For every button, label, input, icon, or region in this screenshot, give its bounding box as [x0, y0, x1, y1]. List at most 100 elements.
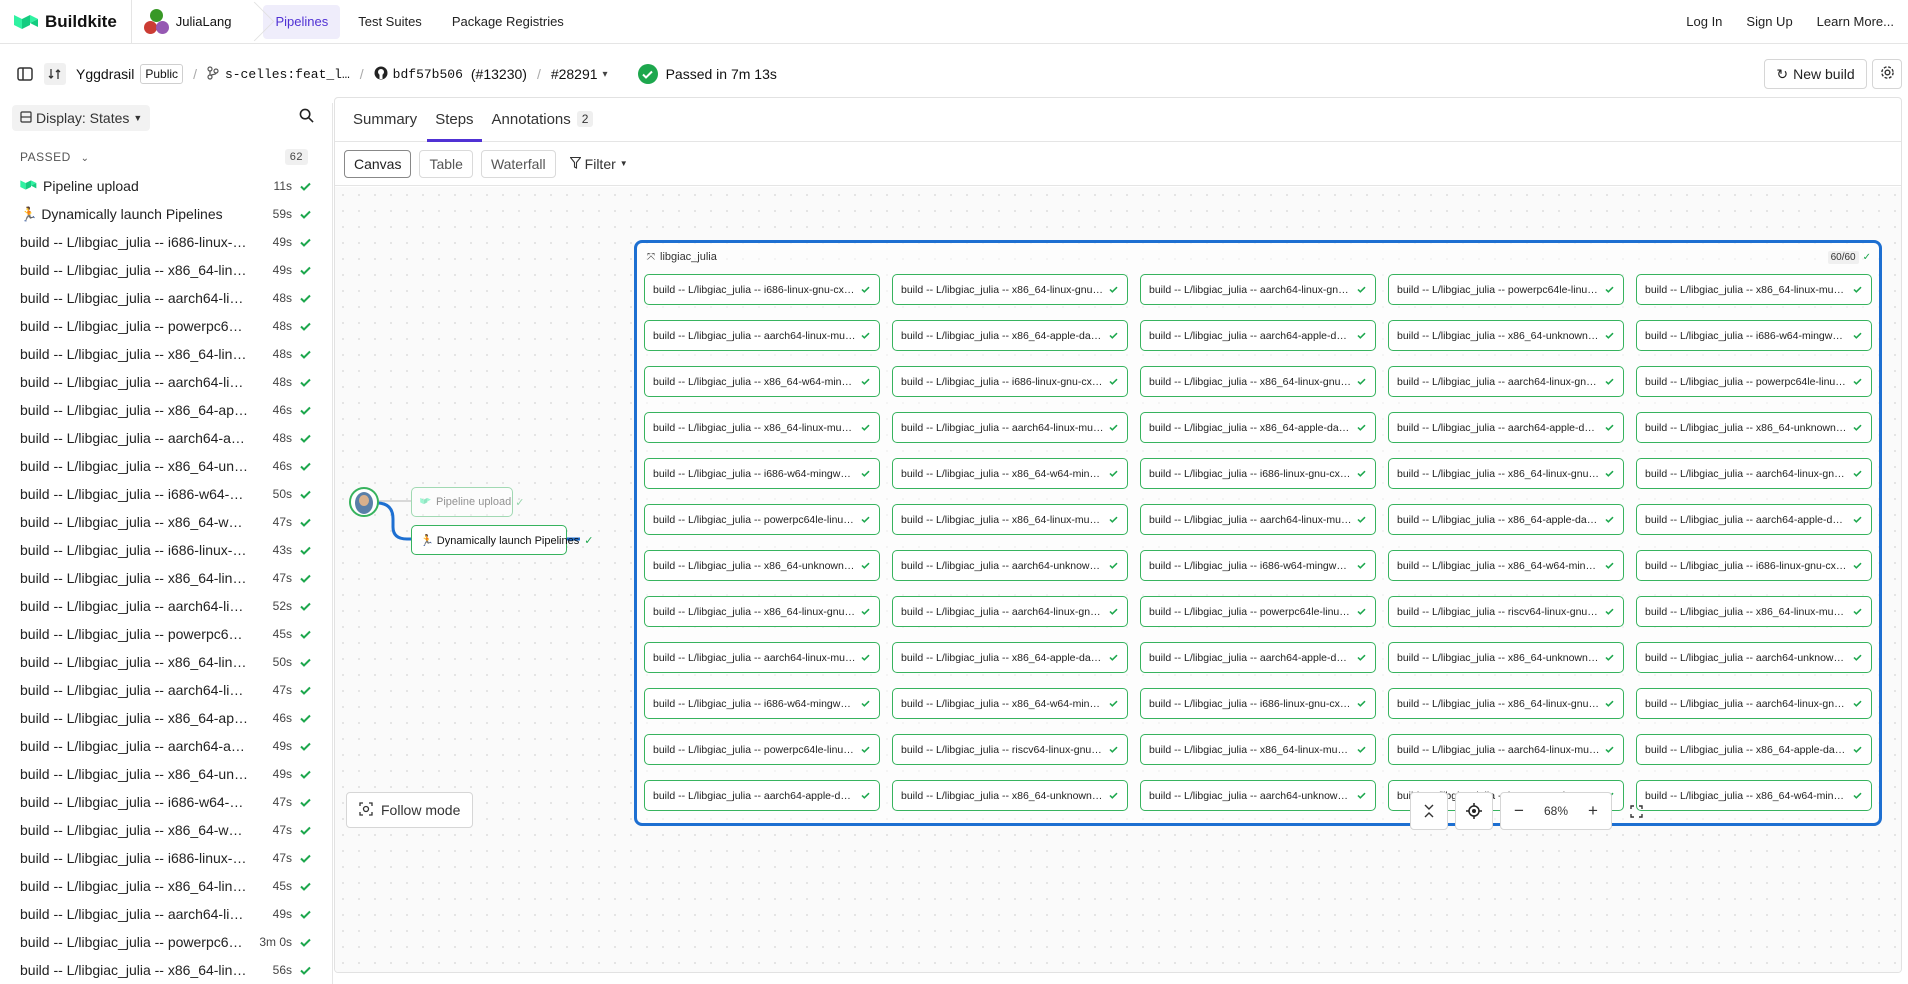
step-row[interactable]: build -- L/libgiac_julia -- x86_64-linux…: [0, 648, 332, 676]
search-icon[interactable]: [299, 108, 314, 128]
step-row[interactable]: build -- L/libgiac_julia -- x86_64-apple…: [0, 396, 332, 424]
build-step-node[interactable]: build -- L/libgiac_julia -- x86_64-linux…: [644, 412, 880, 443]
step-row[interactable]: build -- L/libgiac_julia -- i686-linux-g…: [0, 228, 332, 256]
build-number[interactable]: #28291: [551, 66, 598, 82]
build-step-node[interactable]: build -- L/libgiac_julia -- aarch64-appl…: [1140, 320, 1376, 351]
filter-button[interactable]: Filter ▼: [569, 156, 628, 172]
step-row[interactable]: build -- L/libgiac_julia -- i686-linux-g…: [0, 536, 332, 564]
build-step-node[interactable]: build -- L/libgiac_julia -- i686-linux-g…: [1140, 688, 1376, 719]
build-step-node[interactable]: build -- L/libgiac_julia -- aarch64-linu…: [1388, 734, 1624, 765]
build-step-node[interactable]: build -- L/libgiac_julia -- i686-w64-min…: [1636, 320, 1872, 351]
build-step-node[interactable]: build -- L/libgiac_julia -- x86_64-apple…: [1388, 504, 1624, 535]
org-switcher[interactable]: JuliaLang: [130, 0, 246, 44]
launch-pipelines-node[interactable]: 🏃 Dynamically launch Pipelines ✓: [411, 525, 593, 555]
build-step-node[interactable]: build -- L/libgiac_julia -- i686-linux-g…: [1140, 458, 1376, 489]
step-row[interactable]: build -- L/libgiac_julia -- aarch64-linu…: [0, 900, 332, 928]
build-step-node[interactable]: build -- L/libgiac_julia -- aarch64-unkn…: [1636, 642, 1872, 673]
collapse-all-button[interactable]: [1410, 792, 1448, 830]
build-step-node[interactable]: build -- L/libgiac_julia -- powerpc64le-…: [1140, 596, 1376, 627]
step-row[interactable]: build -- L/libgiac_julia -- aarch64-linu…: [0, 284, 332, 312]
build-step-node[interactable]: build -- L/libgiac_julia -- aarch64-linu…: [1140, 274, 1376, 305]
build-step-node[interactable]: build -- L/libgiac_julia -- i686-linux-g…: [1636, 550, 1872, 581]
build-step-node[interactable]: build -- L/libgiac_julia -- powerpc64le-…: [644, 504, 880, 535]
step-row[interactable]: 🏃 Dynamically launch Pipelines 59s: [0, 200, 332, 228]
settings-button[interactable]: [1872, 59, 1902, 89]
build-step-node[interactable]: build -- L/libgiac_julia -- aarch64-linu…: [892, 596, 1128, 627]
build-step-node[interactable]: build -- L/libgiac_julia -- riscv64-linu…: [892, 734, 1128, 765]
build-step-node[interactable]: build -- L/libgiac_julia -- aarch64-appl…: [1388, 412, 1624, 443]
follow-mode-button[interactable]: Follow mode: [346, 792, 474, 828]
build-step-node[interactable]: build -- L/libgiac_julia -- aarch64-unkn…: [1140, 780, 1376, 811]
table-view-button[interactable]: Table: [419, 149, 473, 178]
build-step-node[interactable]: build -- L/libgiac_julia -- x86_64-unkno…: [1388, 642, 1624, 673]
step-row[interactable]: build -- L/libgiac_julia -- x86_64-unkno…: [0, 760, 332, 788]
pipeline-upload-node[interactable]: Pipeline upload ✓: [411, 487, 524, 517]
step-row[interactable]: build -- L/libgiac_julia -- aarch64-linu…: [0, 592, 332, 620]
build-step-node[interactable]: build -- L/libgiac_julia -- i686-w64-min…: [644, 458, 880, 489]
build-step-node[interactable]: build -- L/libgiac_julia -- x86_64-unkno…: [1388, 320, 1624, 351]
step-row[interactable]: build -- L/libgiac_julia -- x86_64-apple…: [0, 704, 332, 732]
step-row[interactable]: build -- L/libgiac_julia -- x86_64-linux…: [0, 340, 332, 368]
build-step-node[interactable]: build -- L/libgiac_julia -- aarch64-appl…: [1140, 642, 1376, 673]
build-step-node[interactable]: build -- L/libgiac_julia -- x86_64-w64-m…: [1388, 550, 1624, 581]
build-step-node[interactable]: build -- L/libgiac_julia -- aarch64-appl…: [1636, 504, 1872, 535]
commit-hash[interactable]: bdf57b506: [393, 67, 463, 82]
build-step-node[interactable]: build -- L/libgiac_julia -- x86_64-apple…: [892, 642, 1128, 673]
build-step-node[interactable]: build -- L/libgiac_julia -- i686-w64-min…: [1140, 550, 1376, 581]
new-build-button[interactable]: ↻ New build: [1764, 59, 1867, 89]
step-row[interactable]: build -- L/libgiac_julia -- powerpc64le-…: [0, 928, 332, 956]
learn-more-link[interactable]: Learn More...: [1805, 14, 1908, 29]
step-row[interactable]: build -- L/libgiac_julia -- x86_64-linux…: [0, 256, 332, 284]
user-avatar[interactable]: [349, 487, 379, 517]
display-states-button[interactable]: Display: States ▼: [12, 105, 151, 131]
pull-request-number[interactable]: (#13230): [471, 66, 527, 82]
build-step-node[interactable]: build -- L/libgiac_julia -- x86_64-linux…: [892, 274, 1128, 305]
build-step-node[interactable]: build -- L/libgiac_julia -- aarch64-appl…: [644, 780, 880, 811]
build-step-node[interactable]: build -- L/libgiac_julia -- x86_64-w64-m…: [892, 688, 1128, 719]
build-step-node[interactable]: build -- L/libgiac_julia -- x86_64-linux…: [1388, 458, 1624, 489]
step-row[interactable]: build -- L/libgiac_julia -- aarch64-linu…: [0, 676, 332, 704]
build-step-node[interactable]: build -- L/libgiac_julia -- x86_64-w64-m…: [892, 458, 1128, 489]
build-step-node[interactable]: build -- L/libgiac_julia -- x86_64-linux…: [1140, 366, 1376, 397]
waterfall-view-button[interactable]: Waterfall: [480, 149, 556, 178]
step-row[interactable]: build -- L/libgiac_julia -- i686-linux-g…: [0, 844, 332, 872]
signup-link[interactable]: Sign Up: [1734, 14, 1804, 29]
zoom-in-button[interactable]: +: [1575, 793, 1611, 829]
build-step-node[interactable]: build -- L/libgiac_julia -- x86_64-apple…: [1636, 734, 1872, 765]
tab-annotations[interactable]: Annotations 2: [484, 98, 602, 141]
build-step-node[interactable]: build -- L/libgiac_julia -- riscv64-linu…: [1388, 596, 1624, 627]
group-libgiac-julia[interactable]: ⤧ libgiac_julia 60/60 ✓ build -- L/libgi…: [634, 240, 1882, 826]
branch-name[interactable]: s-celles:feat_l…: [225, 67, 350, 82]
step-row[interactable]: build -- L/libgiac_julia -- x86_64-linux…: [0, 564, 332, 592]
step-row[interactable]: build -- L/libgiac_julia -- x86_64-w64-m…: [0, 816, 332, 844]
build-step-node[interactable]: build -- L/libgiac_julia -- aarch64-unkn…: [892, 550, 1128, 581]
build-step-node[interactable]: build -- L/libgiac_julia -- x86_64-linux…: [1140, 734, 1376, 765]
build-step-node[interactable]: build -- L/libgiac_julia -- x86_64-apple…: [1140, 412, 1376, 443]
step-row[interactable]: Pipeline upload 11s: [0, 172, 332, 200]
build-step-node[interactable]: build -- L/libgiac_julia -- aarch64-linu…: [892, 412, 1128, 443]
canvas-view-button[interactable]: Canvas: [344, 149, 412, 178]
step-row[interactable]: build -- L/libgiac_julia -- aarch64-linu…: [0, 368, 332, 396]
build-step-node[interactable]: build -- L/libgiac_julia -- aarch64-linu…: [644, 320, 880, 351]
login-link[interactable]: Log In: [1674, 14, 1734, 29]
build-step-node[interactable]: build -- L/libgiac_julia -- x86_64-apple…: [892, 320, 1128, 351]
pipeline-canvas[interactable]: Pipeline upload ✓ 🏃 Dynamically launch P…: [335, 187, 1901, 972]
pipeline-name[interactable]: Yggdrasil: [76, 66, 134, 82]
step-row[interactable]: build -- L/libgiac_julia -- powerpc64le-…: [0, 312, 332, 340]
step-row[interactable]: build -- L/libgiac_julia -- aarch64-appl…: [0, 732, 332, 760]
build-step-node[interactable]: build -- L/libgiac_julia -- i686-w64-min…: [644, 688, 880, 719]
build-step-node[interactable]: build -- L/libgiac_julia -- x86_64-linux…: [1636, 274, 1872, 305]
build-step-node[interactable]: build -- L/libgiac_julia -- aarch64-linu…: [1636, 458, 1872, 489]
zoom-out-button[interactable]: −: [1501, 793, 1537, 829]
build-step-node[interactable]: build -- L/libgiac_julia -- x86_64-linux…: [1636, 596, 1872, 627]
build-step-node[interactable]: build -- L/libgiac_julia -- aarch64-linu…: [1636, 688, 1872, 719]
pipeline-switch-icon[interactable]: [44, 63, 66, 85]
build-step-node[interactable]: build -- L/libgiac_julia -- aarch64-linu…: [1388, 366, 1624, 397]
sidebar-toggle-icon[interactable]: [14, 63, 36, 85]
step-row[interactable]: build -- L/libgiac_julia -- aarch64-appl…: [0, 424, 332, 452]
nav-tab-pipelines[interactable]: Pipelines: [263, 4, 341, 39]
step-row[interactable]: build -- L/libgiac_julia -- x86_64-linux…: [0, 872, 332, 900]
build-step-node[interactable]: build -- L/libgiac_julia -- i686-linux-g…: [644, 274, 880, 305]
build-step-node[interactable]: build -- L/libgiac_julia -- powerpc64le-…: [1636, 366, 1872, 397]
step-row[interactable]: build -- L/libgiac_julia -- i686-w64-min…: [0, 788, 332, 816]
